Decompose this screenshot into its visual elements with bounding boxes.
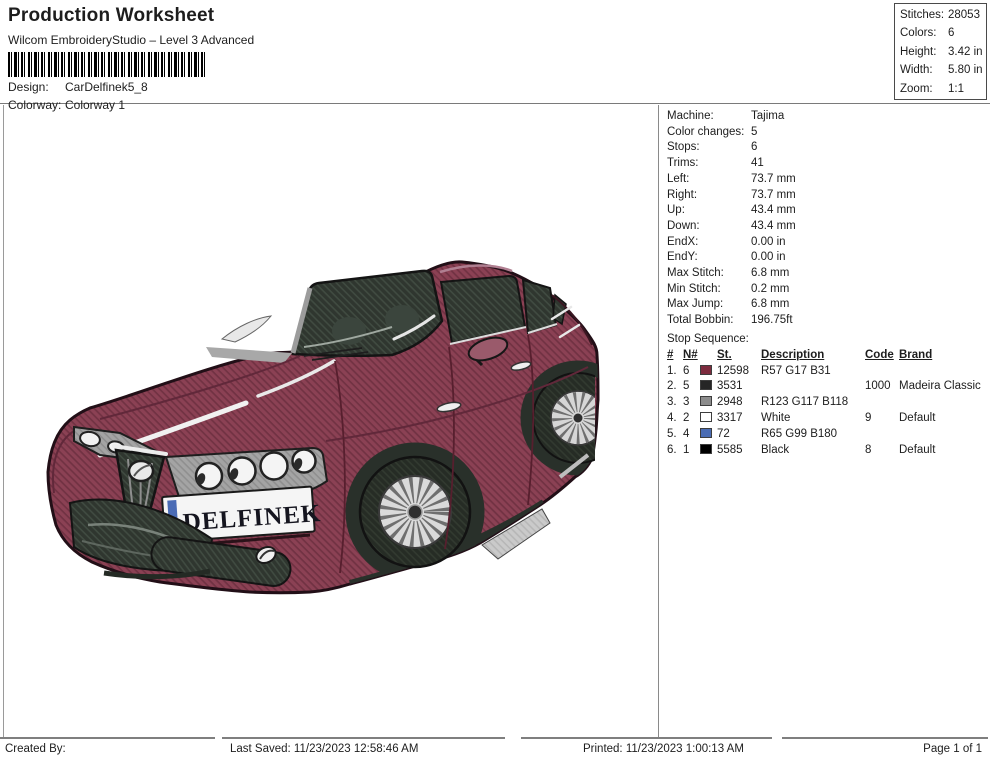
machine-row: Down:43.4 mm	[667, 219, 988, 235]
footer-last-saved: Last Saved: 11/23/2023 12:58:46 AM	[222, 737, 505, 762]
stat-row: Colors:6	[900, 24, 986, 42]
machine-row: Stops:6	[667, 140, 988, 156]
design-stats-box: Stitches:28053 Colors:6 Height:3.42 in W…	[894, 3, 987, 100]
worksheet-header: Production Worksheet Wilcom EmbroiderySt…	[0, 0, 990, 104]
machine-row: Right:73.7 mm	[667, 188, 988, 204]
page-title: Production Worksheet	[8, 5, 990, 27]
stat-row: Height:3.42 in	[900, 43, 986, 61]
machine-row: Left:73.7 mm	[667, 172, 988, 188]
thread-color-swatch	[700, 365, 712, 375]
stop-sequence-title: Stop Sequence:	[667, 331, 988, 347]
design-label: Design:	[8, 79, 65, 95]
machine-row: Color changes:5	[667, 125, 988, 141]
main-area: DELFINEK Machine:Tajima Color changes:5 …	[0, 105, 990, 737]
stat-row: Stitches:28053	[900, 6, 986, 24]
thread-color-swatch	[700, 444, 712, 454]
stop-row: 5.4 72R65 G99 B180	[667, 427, 983, 443]
machine-row: Max Stitch:6.8 mm	[667, 266, 988, 282]
footer-created-by: Created By:	[0, 737, 215, 762]
stop-row: 3.3 2948R123 G117 B118	[667, 395, 983, 411]
machine-row: EndX:0.00 in	[667, 235, 988, 251]
embroidery-design-car: DELFINEK	[4, 105, 659, 738]
stop-row: 4.2 3317White 9Default	[667, 411, 983, 427]
stop-row: 6.1 5585Black 8Default	[667, 443, 983, 459]
machine-row: Up:43.4 mm	[667, 203, 988, 219]
stop-row: 1.6 12598R57 G17 B31	[667, 364, 983, 380]
design-row: Design:CarDelfinek5_8	[8, 79, 990, 95]
stat-row: Zoom:1:1	[900, 80, 986, 98]
machine-row: EndY:0.00 in	[667, 250, 988, 266]
thread-color-swatch	[700, 396, 712, 406]
machine-row: Machine:Tajima	[667, 109, 988, 125]
thread-color-swatch	[700, 412, 712, 422]
barcode-icon	[8, 52, 205, 77]
footer-printed: Printed: 11/23/2023 1:00:13 AM	[521, 737, 772, 762]
stat-row: Width:5.80 in	[900, 61, 986, 79]
machine-row: Max Jump:6.8 mm	[667, 297, 988, 313]
app-subtitle: Wilcom EmbroideryStudio – Level 3 Advanc…	[8, 33, 990, 47]
design-canvas: DELFINEK	[3, 105, 658, 737]
thread-color-swatch	[700, 428, 712, 438]
machine-row: Trims:41	[667, 156, 988, 172]
footer-page-number: Page 1 of 1	[782, 737, 988, 762]
machine-row: Min Stitch:0.2 mm	[667, 282, 988, 298]
thread-color-swatch	[700, 380, 712, 390]
rear-wheel	[533, 373, 623, 463]
machine-info-panel: Machine:Tajima Color changes:5 Stops:6 T…	[658, 105, 990, 737]
stop-sequence-table: # N# St. Description Code Brand 1.6 1259…	[667, 348, 983, 459]
stop-table-header: # N# St. Description Code Brand	[667, 348, 983, 364]
stop-row: 2.5 3531 1000Madeira Classic 40	[667, 379, 983, 395]
design-value: CarDelfinek5_8	[65, 80, 148, 94]
machine-row: Total Bobbin:196.75ft	[667, 313, 988, 329]
